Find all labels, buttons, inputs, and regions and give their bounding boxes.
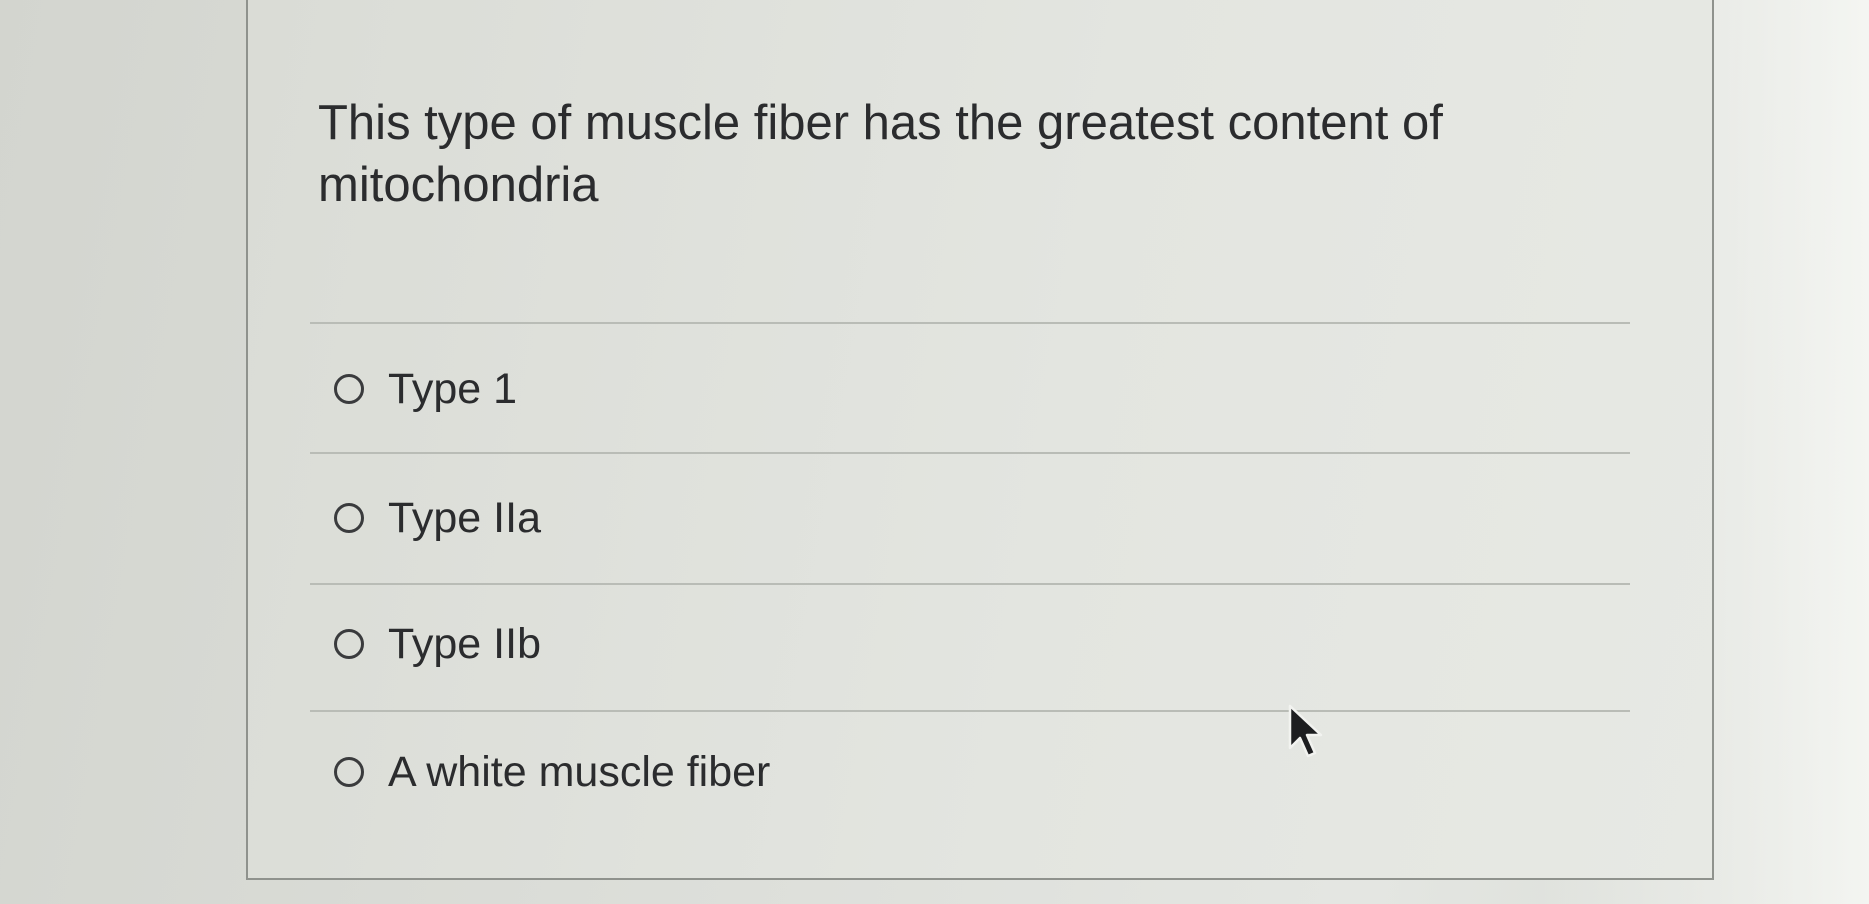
answer-option-white-muscle-fiber[interactable]: A white muscle fiber: [334, 746, 770, 798]
answer-option-type-iia[interactable]: Type IIa: [334, 492, 541, 544]
radio-unchecked-icon[interactable]: [334, 629, 364, 659]
answer-option-type-1[interactable]: Type 1: [334, 363, 517, 415]
divider: [310, 583, 1630, 585]
radio-unchecked-icon[interactable]: [334, 757, 364, 787]
answer-option-label: Type 1: [388, 365, 518, 413]
answer-option-label: Type IIa: [388, 494, 541, 542]
answer-option-label: Type IIb: [388, 620, 541, 668]
question-text: This type of muscle fiber has the greate…: [318, 96, 1443, 212]
question-card: This type of muscle fiber has the greate…: [246, 0, 1714, 880]
answer-option-label: A white muscle fiber: [388, 748, 771, 796]
divider: [310, 710, 1630, 712]
divider: [310, 452, 1630, 454]
radio-unchecked-icon[interactable]: [334, 374, 364, 404]
answer-option-type-iib[interactable]: Type IIb: [334, 618, 541, 670]
radio-unchecked-icon[interactable]: [334, 503, 364, 533]
divider: [310, 322, 1630, 324]
mouse-pointer-icon: [1288, 704, 1323, 758]
